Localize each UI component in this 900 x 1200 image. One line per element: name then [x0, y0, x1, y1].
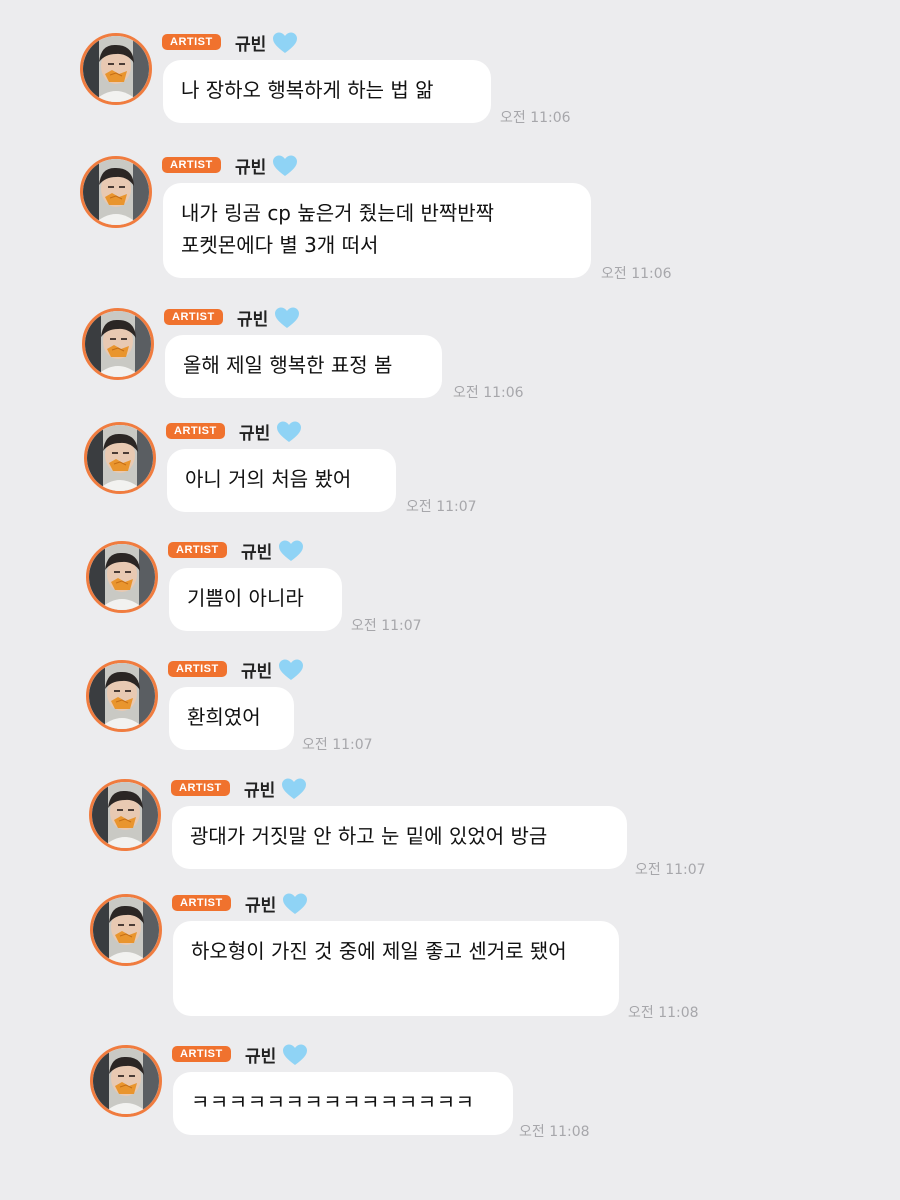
avatar[interactable] — [80, 156, 152, 228]
light-blue-heart-icon — [272, 154, 298, 178]
message-time: 오전 11:07 — [351, 618, 422, 634]
message-row: ARTIST 규빈 올해 제일 행복한 표정 봄 오전 11:06 — [82, 305, 900, 418]
message-bubble[interactable]: 올해 제일 행복한 표정 봄 — [165, 335, 442, 398]
message-time: 오전 11:08 — [628, 1005, 699, 1021]
message-time: 오전 11:06 — [453, 385, 524, 401]
artist-badge: ARTIST — [164, 309, 223, 325]
artist-badge: ARTIST — [172, 1046, 231, 1062]
message-row: ARTIST 규빈 ㅋㅋㅋㅋㅋㅋㅋㅋㅋㅋㅋㅋㅋㅋㅋ 오전 11:08 — [90, 1042, 900, 1155]
light-blue-heart-icon — [282, 1043, 308, 1067]
message-bubble[interactable]: 환희였어 — [169, 687, 294, 750]
sender-name[interactable]: 규빈 — [239, 419, 270, 444]
message-bubble[interactable]: 하오형이 가진 것 중에 제일 좋고 센거로 됐어 — [173, 921, 619, 1016]
sender-name[interactable]: 규빈 — [245, 891, 276, 916]
light-blue-heart-icon — [278, 539, 304, 563]
avatar[interactable] — [80, 33, 152, 105]
avatar[interactable] — [84, 422, 156, 494]
artist-badge: ARTIST — [162, 157, 221, 173]
sender-name[interactable]: 규빈 — [241, 538, 272, 563]
sender-name[interactable]: 규빈 — [241, 657, 272, 682]
light-blue-heart-icon — [276, 420, 302, 444]
artist-badge: ARTIST — [171, 780, 230, 796]
message-row: ARTIST 규빈 광대가 거짓말 안 하고 눈 밑에 있었어 방금 오전 11… — [89, 776, 900, 889]
avatar[interactable] — [89, 779, 161, 851]
chat-thread: ARTIST 규빈 나 장하오 행복하게 하는 법 앎 오전 11:06 ART… — [0, 0, 900, 1200]
message-row: ARTIST 규빈 하오형이 가진 것 중에 제일 좋고 센거로 됐어 오전 1… — [90, 891, 900, 1021]
sender-name[interactable]: 규빈 — [244, 776, 275, 801]
message-bubble[interactable]: 광대가 거짓말 안 하고 눈 밑에 있었어 방금 — [172, 806, 627, 869]
message-time: 오전 11:07 — [635, 862, 706, 878]
message-row: ARTIST 규빈 기쁨이 아니라 오전 11:07 — [86, 538, 900, 651]
light-blue-heart-icon — [272, 31, 298, 55]
sender-name[interactable]: 규빈 — [245, 1042, 276, 1067]
light-blue-heart-icon — [274, 306, 300, 330]
message-bubble[interactable]: 나 장하오 행복하게 하는 법 앎 — [163, 60, 491, 123]
light-blue-heart-icon — [282, 892, 308, 916]
artist-badge: ARTIST — [166, 423, 225, 439]
message-time: 오전 11:07 — [302, 737, 373, 753]
message-bubble[interactable]: 내가 링곰 cp 높은거 줬는데 반짝반짝 포켓몬에다 별 3개 떠서 — [163, 183, 591, 278]
light-blue-heart-icon — [281, 777, 307, 801]
sender-name[interactable]: 규빈 — [235, 153, 266, 178]
sender-name[interactable]: 규빈 — [235, 30, 266, 55]
message-bubble[interactable]: ㅋㅋㅋㅋㅋㅋㅋㅋㅋㅋㅋㅋㅋㅋㅋ — [173, 1072, 513, 1135]
avatar[interactable] — [86, 660, 158, 732]
avatar[interactable] — [90, 894, 162, 966]
avatar[interactable] — [86, 541, 158, 613]
artist-badge: ARTIST — [168, 661, 227, 677]
message-row: ARTIST 규빈 내가 링곰 cp 높은거 줬는데 반짝반짝 포켓몬에다 별 … — [80, 153, 900, 282]
message-time: 오전 11:06 — [601, 266, 672, 282]
light-blue-heart-icon — [278, 658, 304, 682]
message-bubble[interactable]: 기쁨이 아니라 — [169, 568, 342, 631]
sender-name[interactable]: 규빈 — [237, 305, 268, 330]
message-time: 오전 11:07 — [406, 499, 477, 515]
artist-badge: ARTIST — [172, 895, 231, 911]
message-row: ARTIST 규빈 환희였어 오전 11:07 — [86, 657, 900, 770]
artist-badge: ARTIST — [162, 34, 221, 50]
avatar[interactable] — [82, 308, 154, 380]
artist-badge: ARTIST — [168, 542, 227, 558]
message-time: 오전 11:08 — [519, 1124, 590, 1140]
message-row: ARTIST 규빈 아니 거의 처음 봤어 오전 11:07 — [84, 419, 900, 532]
avatar[interactable] — [90, 1045, 162, 1117]
message-bubble[interactable]: 아니 거의 처음 봤어 — [167, 449, 396, 512]
message-row: ARTIST 규빈 나 장하오 행복하게 하는 법 앎 오전 11:06 — [80, 30, 900, 143]
message-time: 오전 11:06 — [500, 110, 571, 126]
